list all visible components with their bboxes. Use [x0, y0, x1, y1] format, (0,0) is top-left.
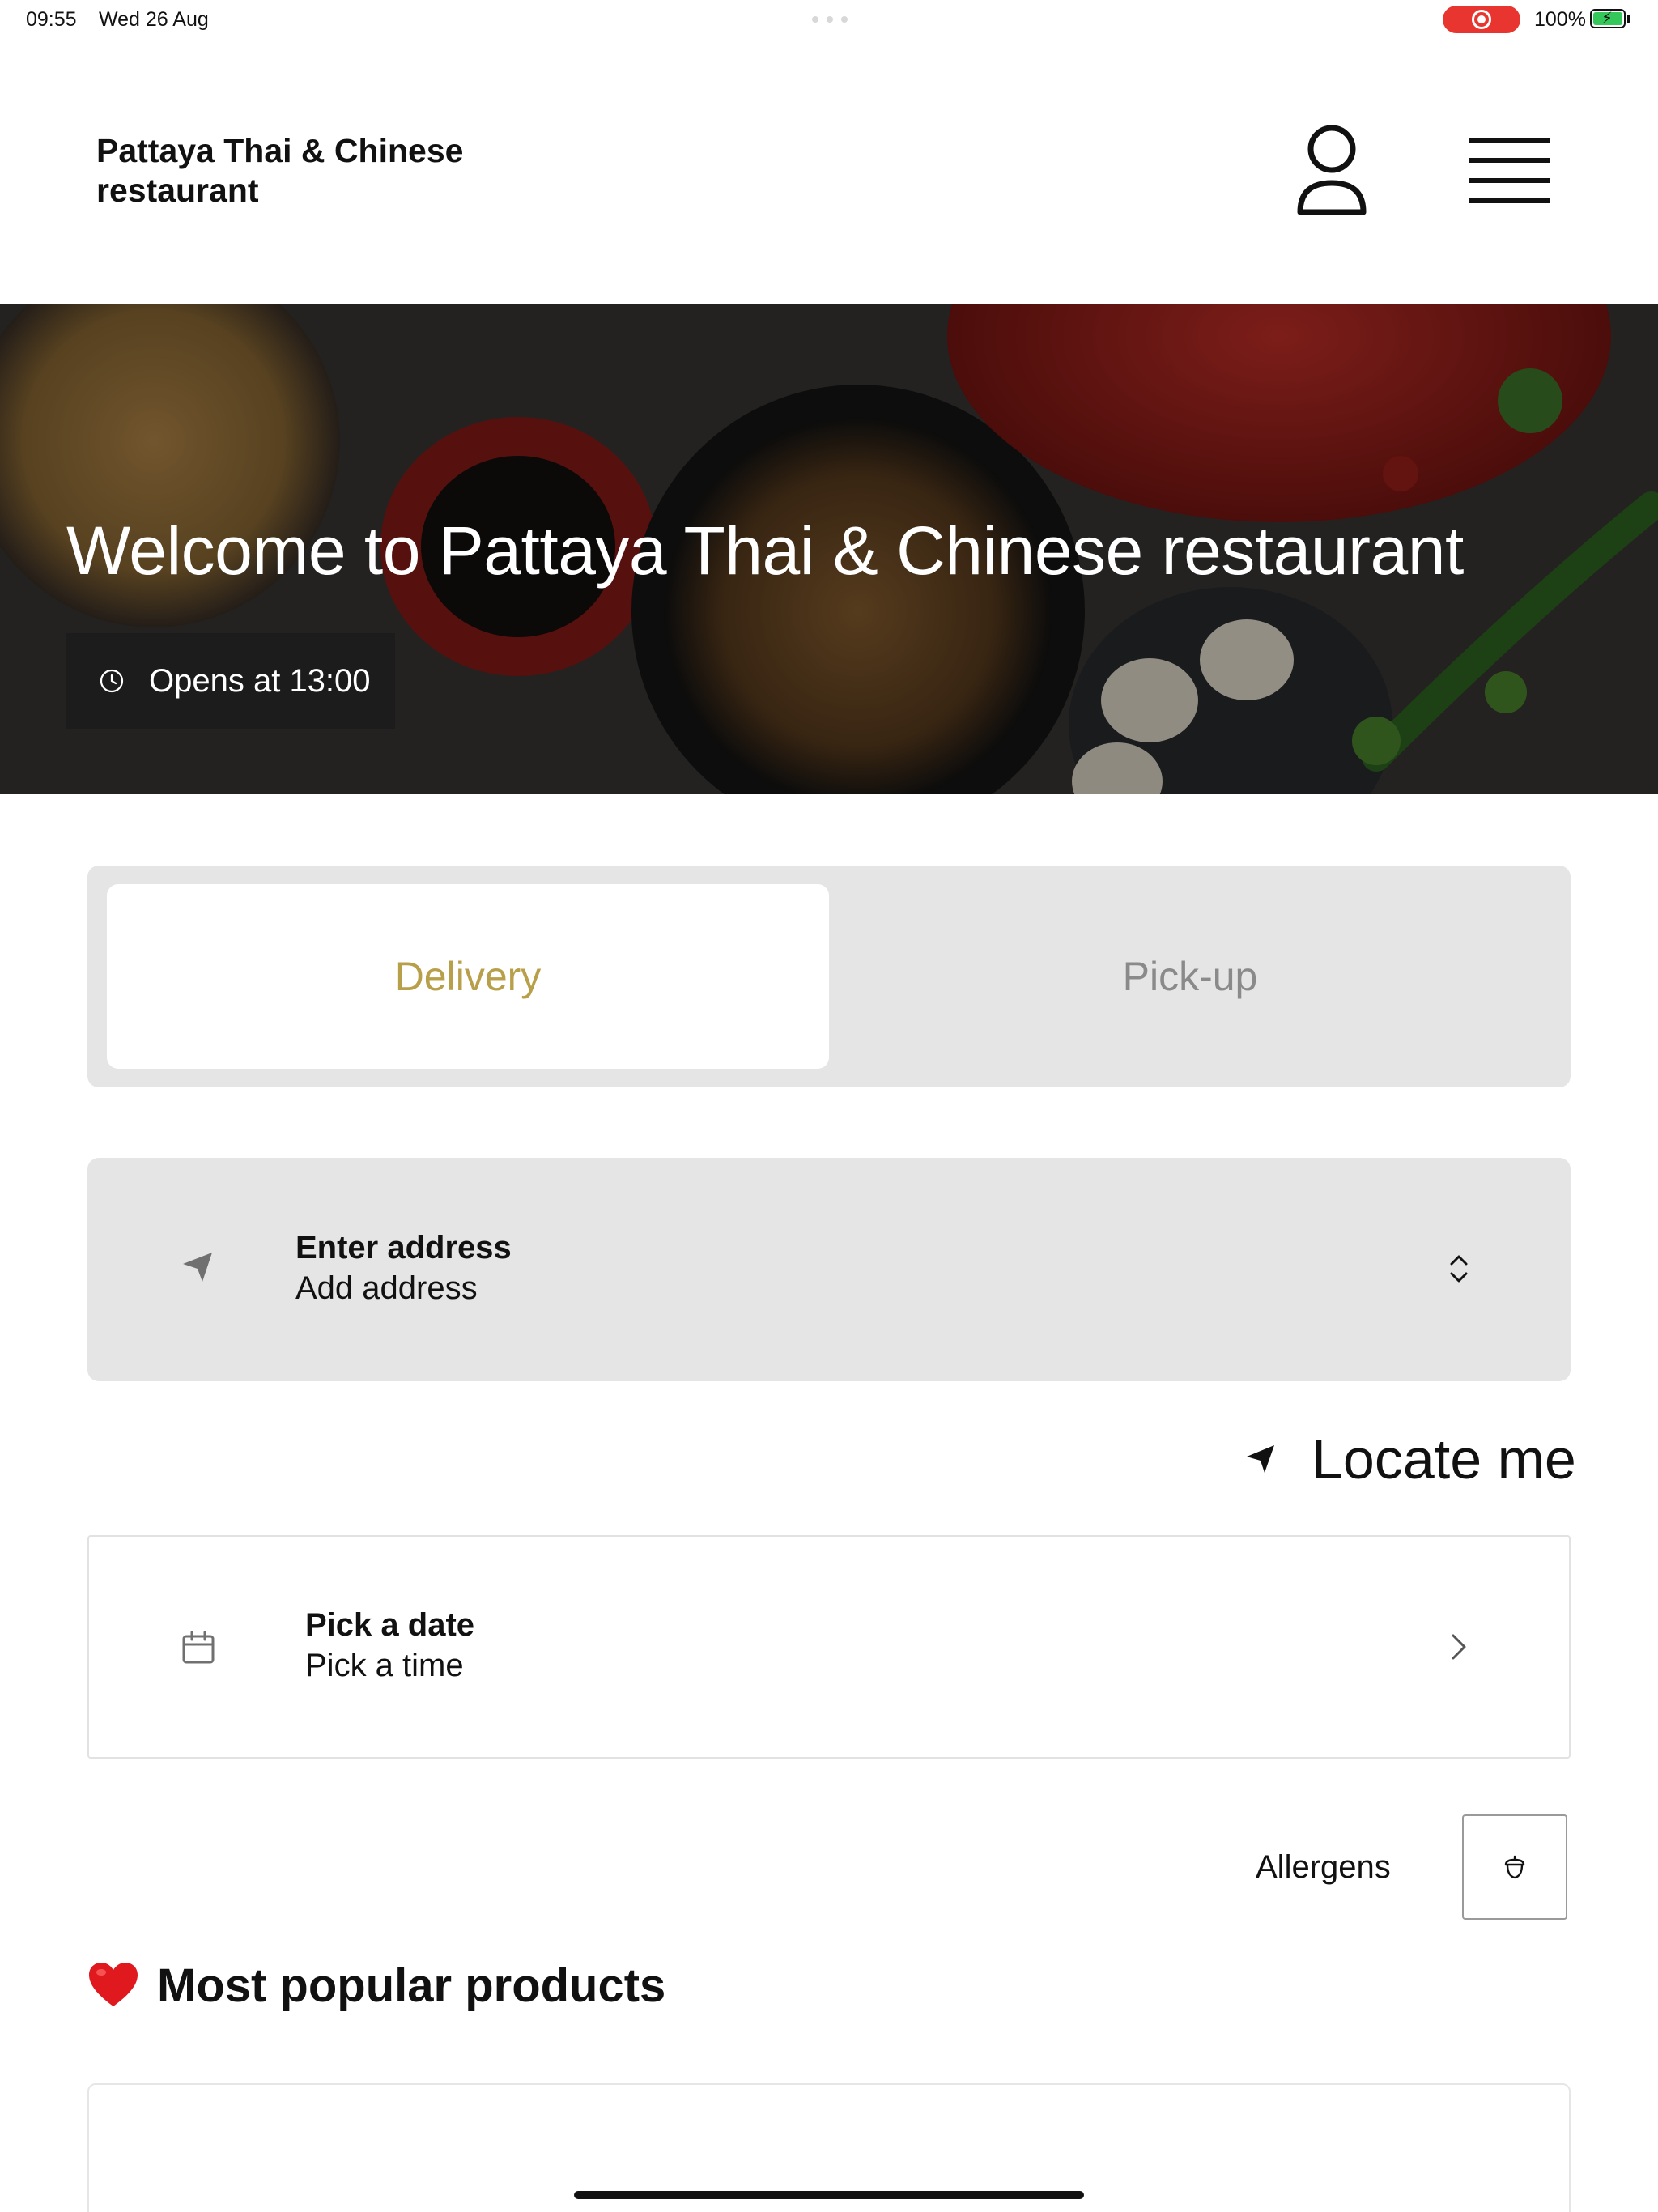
location-arrow-icon: [183, 1253, 212, 1282]
welcome-title: Welcome to Pattaya Thai & Chinese restau…: [66, 513, 1464, 589]
address-subtitle: Add address: [295, 1270, 478, 1306]
opening-hours-badge: Opens at 13:00: [66, 633, 395, 729]
status-date: Wed 26 Aug: [99, 8, 209, 31]
address-title: Enter address: [295, 1230, 512, 1266]
pick-date-title: Pick a date: [305, 1607, 475, 1643]
location-arrow-icon: [1247, 1445, 1274, 1473]
address-selector[interactable]: [87, 1158, 1571, 1381]
multitasking-dots-icon[interactable]: [812, 16, 848, 23]
chevron-right-icon: [1452, 1634, 1466, 1660]
calendar-icon: [182, 1631, 215, 1664]
locate-me-label: Locate me: [1312, 1427, 1576, 1491]
battery-cap: [1627, 15, 1630, 23]
menu-icon[interactable]: [1462, 131, 1556, 212]
user-icon[interactable]: [1287, 123, 1376, 220]
screen-recording-icon[interactable]: [1443, 6, 1520, 33]
home-indicator[interactable]: [574, 2191, 1084, 2199]
heart-icon: [89, 1963, 138, 2006]
most-popular-title: Most popular products: [157, 1959, 666, 2012]
locate-me-button[interactable]: Locate me: [1245, 1425, 1576, 1493]
tab-delivery[interactable]: Delivery: [107, 884, 829, 1069]
most-popular-heading: Most popular products: [87, 1955, 665, 2016]
status-bar: 09:55 Wed 26 Aug 100% ⚡: [0, 0, 1658, 39]
date-time-picker[interactable]: [87, 1535, 1571, 1759]
allergens-button[interactable]: [1462, 1814, 1567, 1920]
pick-time-subtitle: Pick a time: [305, 1648, 464, 1683]
chevron-up-down-icon: [1450, 1255, 1468, 1283]
status-time: 09:55: [26, 8, 77, 31]
tab-pick-up[interactable]: Pick-up: [829, 884, 1551, 1069]
allergens-label: Allergens: [1256, 1849, 1391, 1885]
battery-charging-icon: ⚡: [1590, 9, 1626, 28]
clock-icon: [100, 669, 124, 693]
acorn-icon: [1504, 1855, 1525, 1879]
battery-percentage: 100%: [1534, 8, 1586, 31]
restaurant-name: Pattaya Thai & Chinese restaurant: [96, 132, 464, 209]
opening-hours-text: Opens at 13:00: [149, 662, 371, 699]
